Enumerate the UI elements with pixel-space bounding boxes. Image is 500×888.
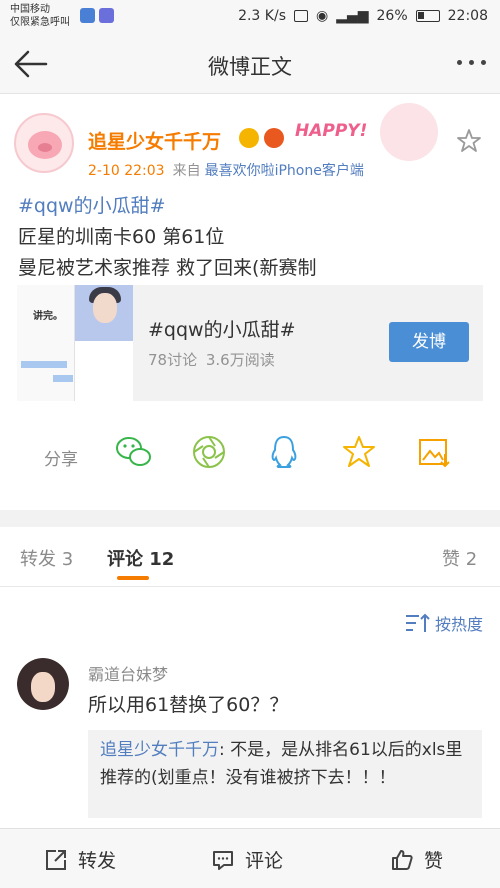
sort-icon — [405, 613, 430, 632]
comment-button[interactable]: 评论 — [211, 846, 283, 873]
battery-percent: 26% — [376, 8, 408, 24]
read-count: 3.6万阅读 — [205, 351, 275, 369]
from-label: 来自 — [172, 163, 201, 179]
moments-icon[interactable] — [189, 432, 229, 472]
share-label: 分享 — [44, 450, 78, 470]
section-divider — [0, 510, 500, 527]
commenter-avatar[interactable] — [17, 658, 69, 710]
app-icon — [99, 8, 114, 23]
tab-repost[interactable]: 转发 3 — [20, 545, 73, 571]
battery-icon — [415, 10, 440, 22]
page-title: 微博正文 — [208, 55, 292, 79]
lantern-badge-icon[interactable] — [264, 128, 284, 148]
repost-icon — [46, 849, 66, 870]
cat-sticker-icon — [380, 103, 438, 161]
hd-icon — [293, 10, 308, 22]
post-body: #qqw的小瓜甜# 匠星的圳南卡60 第61位 曼尼被艺术家推荐 救了回来(新赛… — [18, 191, 316, 284]
repost-button[interactable]: 转发 — [44, 846, 116, 873]
notification-icons — [80, 8, 114, 23]
comment-label: 评论 — [245, 850, 284, 872]
sort-label: 按热度 — [434, 615, 483, 634]
post-line: 曼尼被艺术家推荐 救了回来(新赛制 — [18, 257, 317, 279]
network-speed: 2.3 K/s — [238, 8, 286, 24]
shield-app-icon — [80, 8, 95, 23]
active-tab-indicator — [117, 576, 149, 580]
thumbs-up-icon — [392, 849, 413, 870]
qzone-star-icon[interactable] — [339, 432, 379, 472]
clock: 22:08 — [447, 8, 488, 24]
sort-by-hot-button[interactable]: 按热度 — [405, 611, 483, 635]
topic-card[interactable]: 讲完。 #qqw的小瓜甜# 78讨论 3.6万阅读 发博 — [17, 285, 483, 401]
carrier-name: 中国移动 — [10, 4, 50, 15]
reply-author[interactable]: 追星少女千千万 — [100, 740, 219, 760]
eye-icon: ◉ — [315, 8, 329, 24]
post-line: 匠星的圳南卡60 第61位 — [18, 226, 225, 248]
tab-like[interactable]: 赞 2 — [442, 545, 477, 571]
thumb-caption: 讲完。 — [33, 311, 63, 322]
carrier-info: 中国移动 仅限紧急呼叫 — [10, 3, 70, 29]
navigation-bar: 微博正文 — [0, 34, 500, 94]
bottom-action-bar: 转发 评论 赞 — [0, 828, 500, 888]
interaction-tabs: 转发 3 评论 12 赞 2 — [0, 527, 500, 587]
commenter-name[interactable]: 霸道台妹梦 — [88, 661, 168, 685]
vip-badge-icon[interactable] — [239, 128, 259, 148]
topic-card-stats: 78讨论 3.6万阅读 — [148, 349, 275, 370]
client-link[interactable]: 最喜欢你啦iPhone客户端 — [205, 163, 364, 179]
reply-box[interactable]: 追星少女千千万: 不是，是从排名61以后的xls里推荐的(划重点！没有谁被挤下去… — [88, 730, 482, 818]
post-meta: 2-10 22:03 来自 最喜欢你啦iPhone客户端 — [88, 160, 364, 180]
topic-card-title: #qqw的小瓜甜# — [148, 319, 296, 341]
status-bar: 中国移动 仅限紧急呼叫 2.3 K/s ◉ ▂▄▆ 26% 22:08 — [0, 0, 500, 34]
signal-icon: ▂▄▆ — [336, 8, 369, 24]
save-image-icon[interactable] — [414, 432, 454, 472]
comment-icon — [213, 850, 233, 870]
repost-label: 转发 — [78, 850, 117, 872]
happy-decoration: HAPPY! — [295, 121, 368, 141]
status-right: 2.3 K/s ◉ ▂▄▆ 26% 22:08 — [238, 8, 488, 24]
comment-text: 所以用61替换了60？？ — [88, 694, 289, 716]
favorite-star-icon[interactable] — [455, 127, 483, 155]
like-button[interactable]: 赞 — [390, 846, 443, 873]
wechat-icon[interactable] — [114, 432, 154, 472]
tab-comment[interactable]: 评论 12 — [107, 545, 174, 571]
user-avatar[interactable] — [14, 113, 74, 173]
post-weibo-button[interactable]: 发博 — [389, 322, 469, 362]
emergency-text: 仅限紧急呼叫 — [10, 17, 70, 28]
topic-thumbnail: 讲完。 — [17, 285, 133, 401]
topic-link[interactable]: #qqw的小瓜甜# — [18, 191, 316, 222]
more-options-icon[interactable] — [457, 60, 486, 65]
discussion-count: 78讨论 — [148, 351, 198, 369]
qq-icon[interactable] — [264, 432, 304, 472]
like-label: 赞 — [424, 850, 444, 872]
post-username[interactable]: 追星少女千千万 — [88, 127, 221, 154]
post-time: 2-10 22:03 — [88, 163, 165, 179]
